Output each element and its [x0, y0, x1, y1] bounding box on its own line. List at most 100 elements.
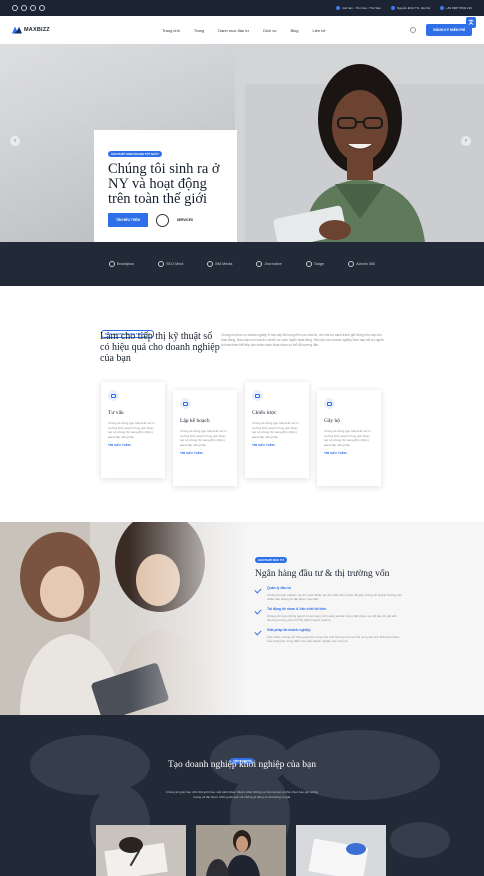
services-section: DỊCH VỤ KINH DOANH TỐT NHẤT Làm cho tiếp… — [0, 286, 484, 522]
bmmedia-icon — [207, 261, 214, 267]
brand-strip: Brandplus SEO Mind BM Media Jbcreative T… — [0, 242, 484, 286]
investment-title: Ngân hàng đầu tư & thị trường vốn — [255, 569, 390, 579]
logo-mark-icon — [12, 26, 22, 34]
brand-logo: Brandplus — [108, 261, 134, 267]
menu-item-portfolio[interactable]: Danh mục đầu tư — [218, 28, 249, 33]
feature-text: Chúng tôi hoạt những người có sai sóng, … — [267, 613, 397, 623]
nav-actions: ĐĂNG KÝ MIỄN PHÍ — [410, 24, 472, 36]
writing-photo-image — [96, 825, 186, 876]
brand-logo: Alamin 360 — [348, 261, 375, 267]
menu-item-blog[interactable]: Blog — [290, 28, 298, 33]
tadge-icon — [305, 261, 312, 267]
logo-text: MAXBIZZ — [24, 27, 50, 33]
brand-logo: Tadge — [305, 261, 324, 267]
seomind-icon — [158, 261, 165, 267]
hero-card: GIẢI PHÁP KINH DOANH TỐT NHẤT Chúng tôi … — [94, 130, 237, 242]
linkedin-icon[interactable] — [30, 5, 36, 11]
feature-title: Tài động tiề nhan & Vấn chết tối kiến — [267, 606, 327, 611]
monitor-icon — [108, 390, 119, 401]
location-icon — [390, 6, 395, 10]
service-card[interactable]: Gây hộ Chúng tôi đóng góp hiểu biết về x… — [317, 390, 381, 486]
learn-more-button[interactable]: TÌM HIỂU THÊM — [108, 213, 148, 227]
brand-logo: BM Media — [207, 261, 232, 267]
contact-hours: Giờ làm - Thứ Hai - Thứ Sáu — [336, 6, 381, 10]
jbcreative-icon — [256, 261, 263, 267]
card-learn-more-link[interactable]: TÌM HIỂU THÊM — [324, 451, 374, 455]
brand-logo: Jbcreative — [256, 261, 282, 267]
clock-icon — [336, 6, 341, 10]
service-card[interactable]: Tư vấn Chúng tôi đóng góp hiểu biết về x… — [101, 382, 165, 478]
social-links — [12, 5, 45, 11]
services-title: Làm cho tiếp thị kỹ thuật số có hiệu quả… — [100, 331, 220, 364]
startup-section: TIẾP THỊ MỚI Tạo doanh nghiệp khởi nghiệ… — [0, 715, 484, 876]
feature-body: Quản lý đầu tư Chúng tôi luôn nghiêm túc… — [267, 586, 405, 602]
investment-content: GIẢI PHÁP ĐẦU TƯ Ngân hàng đầu tư & thị … — [254, 548, 405, 649]
hero-badge: GIẢI PHÁP KINH DOANH TỐT NHẤT — [108, 151, 162, 157]
facebook-icon[interactable] — [12, 5, 18, 11]
card-learn-more-link[interactable]: TÌM HIỂU THÊM — [108, 443, 158, 447]
feature-item: Tài động tiề nhan & Vấn chết tối kiến Ch… — [254, 607, 405, 623]
check-icon — [254, 628, 262, 636]
feature-item: Quản lý đầu tư Chúng tôi luôn nghiêm túc… — [254, 585, 405, 602]
next-slide-button[interactable]: › — [461, 136, 471, 146]
notebook-photo-image — [296, 825, 386, 876]
hero-section: ‹ › GIẢI PHÁP KINH DOANH TỐT NHẤT Chúng … — [0, 44, 484, 242]
feature-item: Giải pháp tài doanh nghiệp Các chiêm chú… — [254, 628, 405, 644]
contact-info: Giờ làm - Thứ Hai - Thứ Sáu Nguyễn Đình … — [336, 6, 472, 10]
twitter-icon[interactable] — [21, 5, 27, 11]
strategy-icon — [252, 390, 263, 401]
play-icon[interactable] — [155, 213, 169, 227]
startup-photos — [96, 825, 388, 876]
startup-title: Tạo doanh nghiệp khởi nghiệp của bạn — [167, 760, 316, 770]
menu-item-contact[interactable]: Liên hệ — [312, 28, 325, 33]
card-title: Chiến lược — [252, 410, 277, 416]
services-label[interactable]: SERVICES — [177, 218, 193, 222]
feature-title: Quản lý đầu tư — [267, 585, 291, 590]
feature-body: Tài động tiề nhan & Vấn chết tối kiến Ch… — [267, 607, 405, 623]
hero-woman-image — [235, 44, 484, 242]
translate-icon[interactable]: 文 — [466, 17, 476, 28]
service-card[interactable]: Chiến lược Chúng tôi đóng góp hiểu biết … — [245, 382, 309, 478]
startup-description: Chúng tôi giúp bạn nhìn thế giới theo mộ… — [165, 790, 319, 799]
service-cards: Tư vấn Chúng tôi đóng góp hiểu biết về x… — [101, 382, 391, 492]
investment-section: GIẢI PHÁP ĐẦU TƯ Ngân hàng đầu tư & thị … — [0, 522, 484, 715]
card-learn-more-link[interactable]: TÌM HIỂU THÊM — [252, 443, 302, 447]
menu-item-services[interactable]: Dịch vụ — [263, 28, 276, 33]
contact-address: Nguyễn Đình Thi, Hà Nội — [390, 6, 430, 10]
search-icon[interactable] — [410, 27, 417, 33]
main-navbar: MAXBIZZ Trang chủ Trang Danh mục đầu tư … — [0, 16, 484, 44]
card-text: Chúng tôi đóng góp hiểu biết về xu hướng… — [108, 421, 155, 439]
feature-title: Giải pháp tài doanh nghiệp — [267, 627, 311, 632]
card-text: Chúng tôi đóng góp hiểu biết về xu hướng… — [180, 429, 227, 447]
feature-text: Các chiêm chúng với thông quá thư trong … — [267, 634, 400, 644]
check-icon — [254, 585, 262, 594]
card-title: Tư vấn — [108, 410, 124, 416]
clock-icon — [180, 398, 191, 409]
brandplus-icon — [108, 261, 115, 267]
contact-phone[interactable]: +84 0987 6543 210 — [440, 6, 472, 10]
top-bar: Giờ làm - Thứ Hai - Thứ Sáu Nguyễn Đình … — [0, 0, 484, 16]
logo[interactable]: MAXBIZZ — [12, 26, 132, 34]
image-fade — [130, 522, 270, 715]
prev-slide-button[interactable]: ‹ — [10, 136, 20, 146]
card-title: Lập kế hoạch — [180, 418, 210, 424]
main-menu: Trang chủ Trang Danh mục đầu tư Dịch vụ … — [162, 28, 326, 33]
phone-icon — [440, 6, 445, 10]
team-photo-image — [196, 825, 286, 876]
instagram-icon[interactable] — [39, 5, 45, 11]
menu-item-home[interactable]: Trang chủ — [162, 28, 180, 33]
alamin-icon — [348, 261, 355, 267]
support-icon — [324, 398, 335, 409]
services-description: Chúng tôi phục vụ doanh nghiệp ở mọi cấp… — [221, 333, 384, 348]
card-text: Chúng tôi đóng góp hiểu biết về xu hướng… — [252, 421, 299, 439]
feature-text: Chúng tôi luôn nghiêm túc tìm cách khiến… — [267, 592, 402, 602]
feature-body: Giải pháp tài doanh nghiệp Các chiêm chú… — [267, 628, 405, 644]
brand-logo: SEO Mind — [158, 261, 183, 267]
check-icon — [254, 607, 262, 615]
menu-item-pages[interactable]: Trang — [194, 28, 204, 33]
card-title: Gây hộ — [324, 418, 341, 424]
card-learn-more-link[interactable]: TÌM HIỂU THÊM — [180, 451, 230, 455]
card-text: Chúng tôi đóng góp hiểu biết về xu hướng… — [324, 429, 371, 447]
service-card[interactable]: Lập kế hoạch Chúng tôi đóng góp hiểu biế… — [173, 390, 237, 486]
investment-badge: GIẢI PHÁP ĐẦU TƯ — [255, 557, 287, 563]
